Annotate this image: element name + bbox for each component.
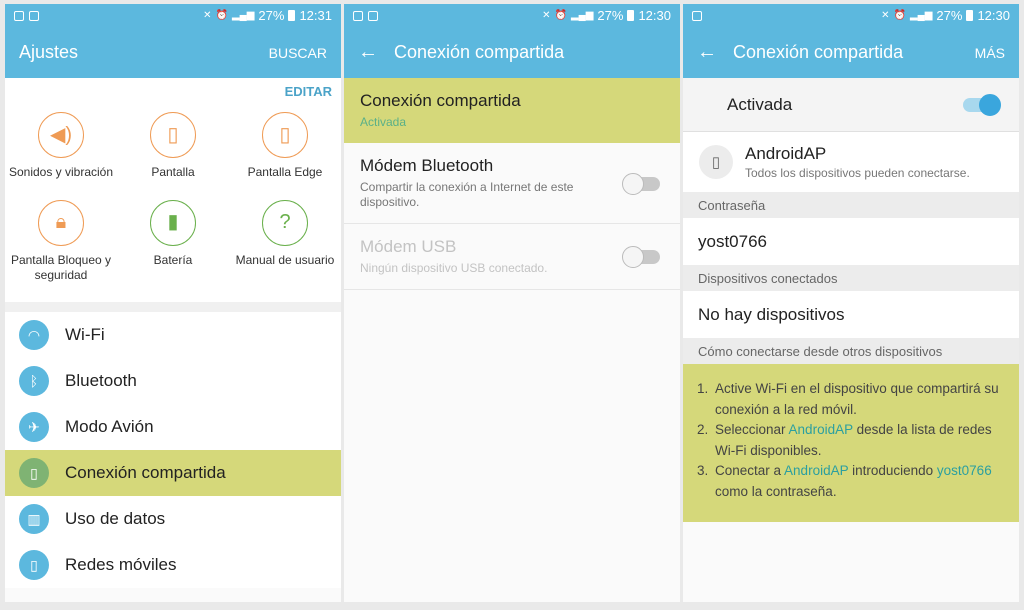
connected-devices-header: Dispositivos conectados xyxy=(683,265,1019,291)
activated-label: Activada xyxy=(727,94,793,114)
settings-item-airplane[interactable]: ✈ Modo Avión xyxy=(5,404,341,450)
quick-item-battery[interactable]: ▮ Batería xyxy=(117,199,229,303)
instructions: 1. Active Wi-Fi en el dispositivo que com… xyxy=(683,364,1019,522)
quick-item-manual[interactable]: ? Manual de usuario xyxy=(229,199,341,303)
how-to-connect-header: Cómo conectarse desde otros dispositivos xyxy=(683,338,1019,364)
battery-icon xyxy=(627,10,635,21)
alarm-icon: ⏰ xyxy=(893,10,906,21)
airplane-icon: ✈ xyxy=(19,412,49,442)
wifi-icon: ◠ xyxy=(19,320,49,350)
battery-icon xyxy=(966,10,974,21)
page-title: Ajustes xyxy=(19,42,79,62)
signal-icon: ▂▄▆ xyxy=(909,10,933,21)
hotspot-screen: ✕ ⏰ ▂▄▆ 27% 12:30 ← Conexión compartida MÁS … xyxy=(683,4,1019,602)
instruction-step: 3. Conectar a AndroidAP introduciendo yos… xyxy=(697,463,992,499)
bluetooth-icon: ᛒ xyxy=(19,366,49,396)
manual-icon: ? xyxy=(262,199,308,246)
hotspot-toggle[interactable] xyxy=(963,94,1001,116)
tethering-item-bluetooth[interactable]: Módem Bluetooth Compartir la conexión a … xyxy=(344,143,680,224)
battery-icon: ▮ xyxy=(150,199,196,246)
alarm-icon: ⏰ xyxy=(554,10,567,21)
app-bar: ← Conexión compartida xyxy=(344,27,680,78)
mute-icon: ✕ xyxy=(203,10,212,21)
battery-percent: 27% xyxy=(936,8,963,23)
page-title: Conexión compartida xyxy=(394,42,565,62)
tethering-item-usb: Módem USB Ningún dispositivo USB conecta… xyxy=(344,224,680,290)
status-bar: ✕ ⏰ ▂▄▆ 27% 12:30 xyxy=(683,4,1019,27)
battery-percent: 27% xyxy=(597,8,624,23)
tethering-icon: ▯ xyxy=(19,458,49,488)
edge-icon: ▯ xyxy=(262,112,308,158)
quick-settings-grid: ◀) Sonidos y vibración ▯ Pantalla ▯ Pant… xyxy=(5,104,341,302)
settings-list: ◠ Wi-Fi ᛒ Bluetooth ✈ Modo Avión ▯ Conexión … xyxy=(5,312,341,588)
signal-icon: ▂▄▆ xyxy=(570,10,594,21)
usb-tether-toggle xyxy=(622,246,660,268)
back-arrow-icon[interactable]: ← xyxy=(697,41,717,64)
tethering-screen: ✕ ⏰ ▂▄▆ 27% 12:30 ← Conexión compartida Cone… xyxy=(344,4,680,602)
page-title: Conexión compartida xyxy=(733,42,904,62)
ap-name: AndroidAP xyxy=(745,144,827,163)
connected-devices-value: No hay dispositivos xyxy=(683,291,1019,338)
access-point-row[interactable]: ▯ AndroidAP Todos los dispositivos puede… xyxy=(683,132,1019,192)
quick-item-sounds[interactable]: ◀) Sonidos y vibración xyxy=(5,112,117,200)
battery-icon xyxy=(288,10,296,21)
tethering-item-hotspot[interactable]: Conexión compartida Activada xyxy=(344,78,680,143)
display-icon: ▯ xyxy=(150,112,196,158)
edit-button[interactable]: EDITAR xyxy=(285,84,332,99)
settings-item-wifi[interactable]: ◠ Wi-Fi xyxy=(5,312,341,358)
notification-icon xyxy=(29,10,39,21)
hotspot-icon: ▯ xyxy=(699,145,733,179)
clock: 12:31 xyxy=(299,8,332,23)
clock: 12:30 xyxy=(977,8,1010,23)
clock: 12:30 xyxy=(638,8,671,23)
app-bar: ← Conexión compartida MÁS xyxy=(683,27,1019,78)
settings-item-tethering[interactable]: ▯ Conexión compartida xyxy=(5,450,341,496)
quick-item-lock[interactable]: 🔒︎ Pantalla Bloqueo y seguridad xyxy=(5,199,117,303)
hotspot-status: Activada xyxy=(360,115,407,129)
password-value: yost0766 xyxy=(683,218,1019,265)
battery-percent: 27% xyxy=(258,8,285,23)
mute-icon: ✕ xyxy=(881,10,890,21)
ap-description: Todos los dispositivos pueden conectarse… xyxy=(745,166,970,180)
signal-icon: ▂▄▆ xyxy=(231,10,255,21)
notification-icon xyxy=(353,10,363,21)
bluetooth-tether-toggle[interactable] xyxy=(622,173,660,195)
notification-icon xyxy=(368,10,378,21)
status-bar: ✕ ⏰ ▂▄▆ 27% 12:31 xyxy=(5,4,341,27)
hotspot-master-switch-row[interactable]: Activada xyxy=(683,78,1019,132)
lock-icon: 🔒︎ xyxy=(38,199,84,246)
mobile-networks-icon: ▯ xyxy=(19,550,49,580)
instruction-step: 1. Active Wi-Fi en el dispositivo que com… xyxy=(697,381,999,417)
data-usage-icon: ▥ xyxy=(19,504,49,534)
app-bar: Ajustes BUSCAR xyxy=(5,27,341,78)
password-header: Contraseña xyxy=(683,192,1019,218)
settings-screen: ✕ ⏰ ▂▄▆ 27% 12:31 Ajustes BUSCAR EDITAR ◀) S… xyxy=(5,4,341,602)
quick-item-display[interactable]: ▯ Pantalla xyxy=(117,112,229,200)
instruction-step: 2. Seleccionar AndroidAP desde la lista d… xyxy=(697,422,992,458)
more-button[interactable]: MÁS xyxy=(975,45,1005,61)
status-bar: ✕ ⏰ ▂▄▆ 27% 12:30 xyxy=(344,4,680,27)
settings-item-data-usage[interactable]: ▥ Uso de datos xyxy=(5,496,341,542)
search-button[interactable]: BUSCAR xyxy=(269,45,327,61)
quick-item-edge[interactable]: ▯ Pantalla Edge xyxy=(229,112,341,200)
speaker-icon: ◀) xyxy=(38,112,84,158)
settings-item-bluetooth[interactable]: ᛒ Bluetooth xyxy=(5,358,341,404)
notification-icon xyxy=(14,10,24,21)
alarm-icon: ⏰ xyxy=(215,10,228,21)
notification-icon xyxy=(692,10,702,21)
mute-icon: ✕ xyxy=(542,10,551,21)
back-arrow-icon[interactable]: ← xyxy=(358,41,378,64)
settings-item-mobile-networks[interactable]: ▯ Redes móviles xyxy=(5,542,341,588)
